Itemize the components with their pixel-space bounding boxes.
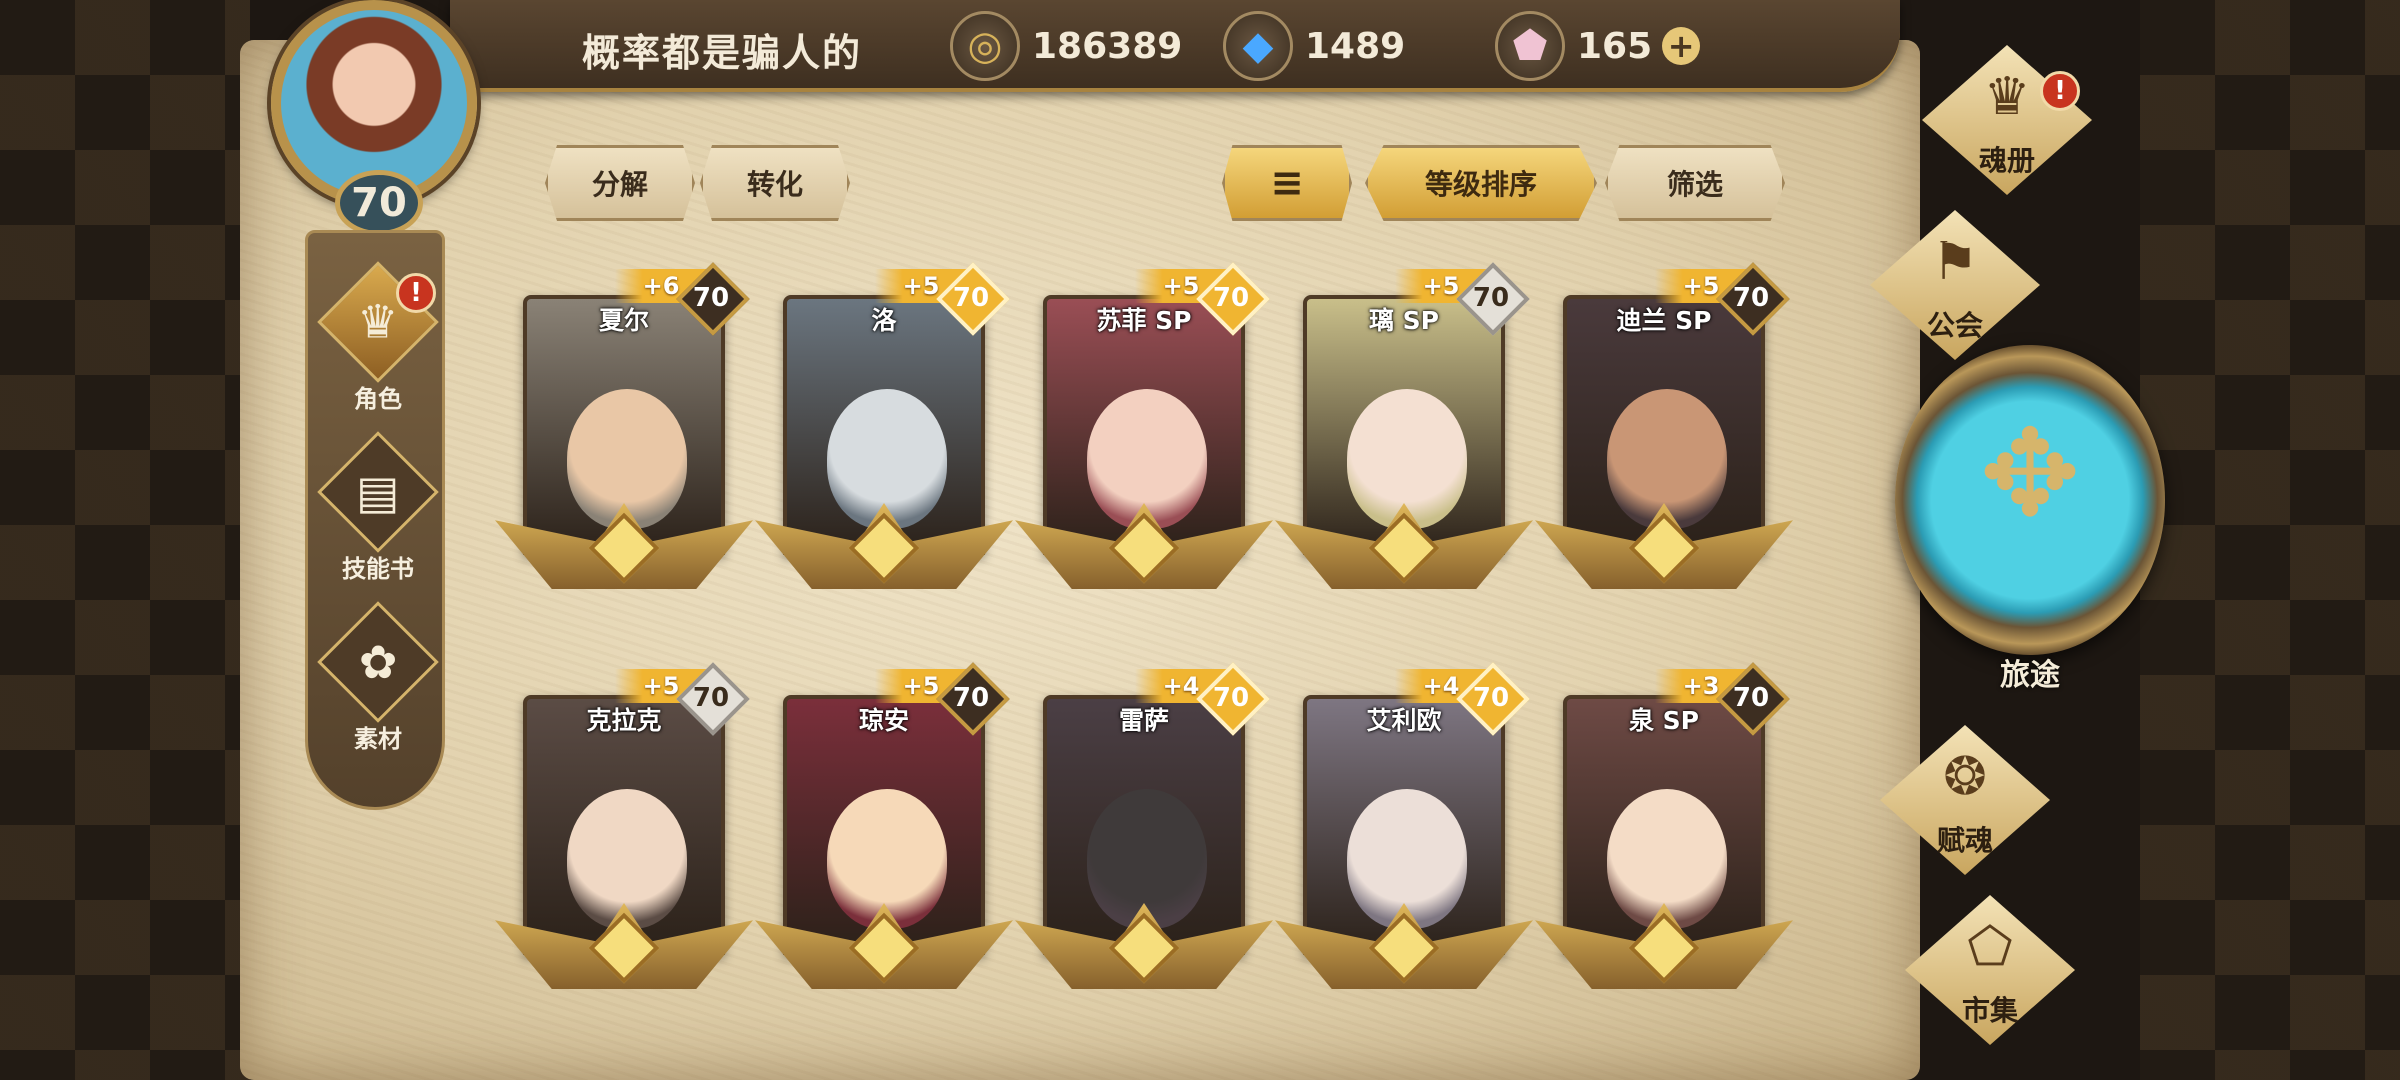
player-level-badge: 70 (335, 170, 423, 236)
character-card[interactable]: 夏尔 +6 70 (495, 262, 753, 605)
soul-endow-label: 赋魂 (1936, 824, 1993, 857)
gem-value: 165 (1577, 25, 1653, 67)
nav-item-skill-book[interactable]: ▤ 技能书 (308, 431, 448, 584)
character-level: 70 (1472, 283, 1510, 313)
skill-book-icon: ▤ (356, 465, 400, 519)
character-card[interactable]: 苏菲 SP +5 70 (1015, 262, 1273, 605)
add-gem-button[interactable]: + (1662, 27, 1701, 65)
soul-endow-icon: ❂ (1943, 747, 1987, 807)
guild-button[interactable]: ⚑ 公会 (1860, 210, 2050, 360)
character-level: 70 (1212, 683, 1250, 713)
journey-emblem-icon: ✥ (1979, 405, 2081, 544)
soul-endow-button[interactable]: ❂ 赋魂 (1870, 725, 2060, 875)
convert-button[interactable]: 转化 (700, 145, 850, 221)
currency-crystal[interactable]: ◆ 1489 (1223, 10, 1405, 82)
character-level: 70 (1212, 283, 1250, 313)
soul-book-label: 魂册 (1978, 144, 2035, 177)
character-card[interactable]: 艾利欧 +4 70 (1275, 662, 1533, 1005)
gold-value: 186389 (1032, 25, 1183, 67)
left-decor-panel (0, 0, 250, 1080)
sort-by-level-button[interactable]: 等级排序 (1365, 145, 1597, 221)
character-level: 70 (1732, 683, 1770, 713)
pink-gem-icon: ⬟ (1495, 11, 1565, 81)
currency-gem[interactable]: ⬟ 165 + (1495, 10, 1701, 82)
character-card[interactable]: 琼安 +5 70 (755, 662, 1013, 1005)
character-card[interactable]: 雷萨 +4 70 (1015, 662, 1273, 1005)
character-card[interactable]: 迪兰 SP +5 70 (1535, 262, 1793, 605)
nav-item-material[interactable]: ✿ 素材 (308, 601, 448, 754)
market-button[interactable]: ⬠ 市集 (1895, 895, 2085, 1045)
nav-item-character[interactable]: ♛ 角色 ! (308, 261, 448, 414)
character-level: 70 (952, 683, 990, 713)
blue-crystal-icon: ◆ (1223, 11, 1293, 81)
alert-icon: ! (396, 273, 436, 313)
character-card[interactable]: 洛 +5 70 (755, 262, 1013, 605)
journey-button[interactable]: ✥ 旅途 (1895, 345, 2165, 695)
nav-label-material: 素材 (354, 725, 402, 753)
market-label: 市集 (1961, 994, 2018, 1027)
guild-icon: ⚑ (1931, 232, 1979, 292)
character-level: 70 (1472, 683, 1510, 713)
character-level: 70 (952, 283, 990, 313)
nav-label-skill-book: 技能书 (342, 555, 414, 583)
character-card[interactable]: 璃 SP +5 70 (1275, 262, 1533, 605)
sort-order-button[interactable]: ≡ (1222, 145, 1352, 221)
character-card[interactable]: 泉 SP +3 70 (1535, 662, 1793, 1005)
journey-label: 旅途 (2000, 658, 2060, 693)
character-level: 70 (692, 683, 730, 713)
nav-label-character: 角色 (354, 385, 402, 413)
character-level: 70 (1732, 283, 1770, 313)
left-nav: ♛ 角色 ! ▤ 技能书 ✿ 素材 (305, 230, 445, 810)
decompose-button[interactable]: 分解 (545, 145, 695, 221)
filter-button[interactable]: 筛选 (1605, 145, 1785, 221)
top-bar: 概率都是骗人的 ◎ 186389 ◆ 1489 ⬟ 165 + (450, 0, 1900, 92)
character-level: 70 (692, 283, 730, 313)
soul-book-button[interactable]: ♛ 魂册 ! (1912, 45, 2102, 195)
sort-icon: ≡ (1270, 160, 1304, 206)
market-icon: ⬠ (1967, 917, 2013, 977)
right-decor-panel (2140, 0, 2400, 1080)
crystal-value: 1489 (1305, 25, 1406, 67)
character-card[interactable]: 克拉克 +5 70 (495, 662, 753, 1005)
guild-label: 公会 (1926, 309, 1983, 342)
gold-coin-icon: ◎ (950, 11, 1020, 81)
character-icon: ♛ (357, 295, 399, 349)
alert-icon: ! (2040, 71, 2080, 111)
currency-gold[interactable]: ◎ 186389 (950, 10, 1182, 82)
player-avatar[interactable]: 70 (243, 0, 513, 236)
material-icon: ✿ (358, 634, 398, 689)
player-name: 概率都是骗人的 (582, 31, 863, 75)
